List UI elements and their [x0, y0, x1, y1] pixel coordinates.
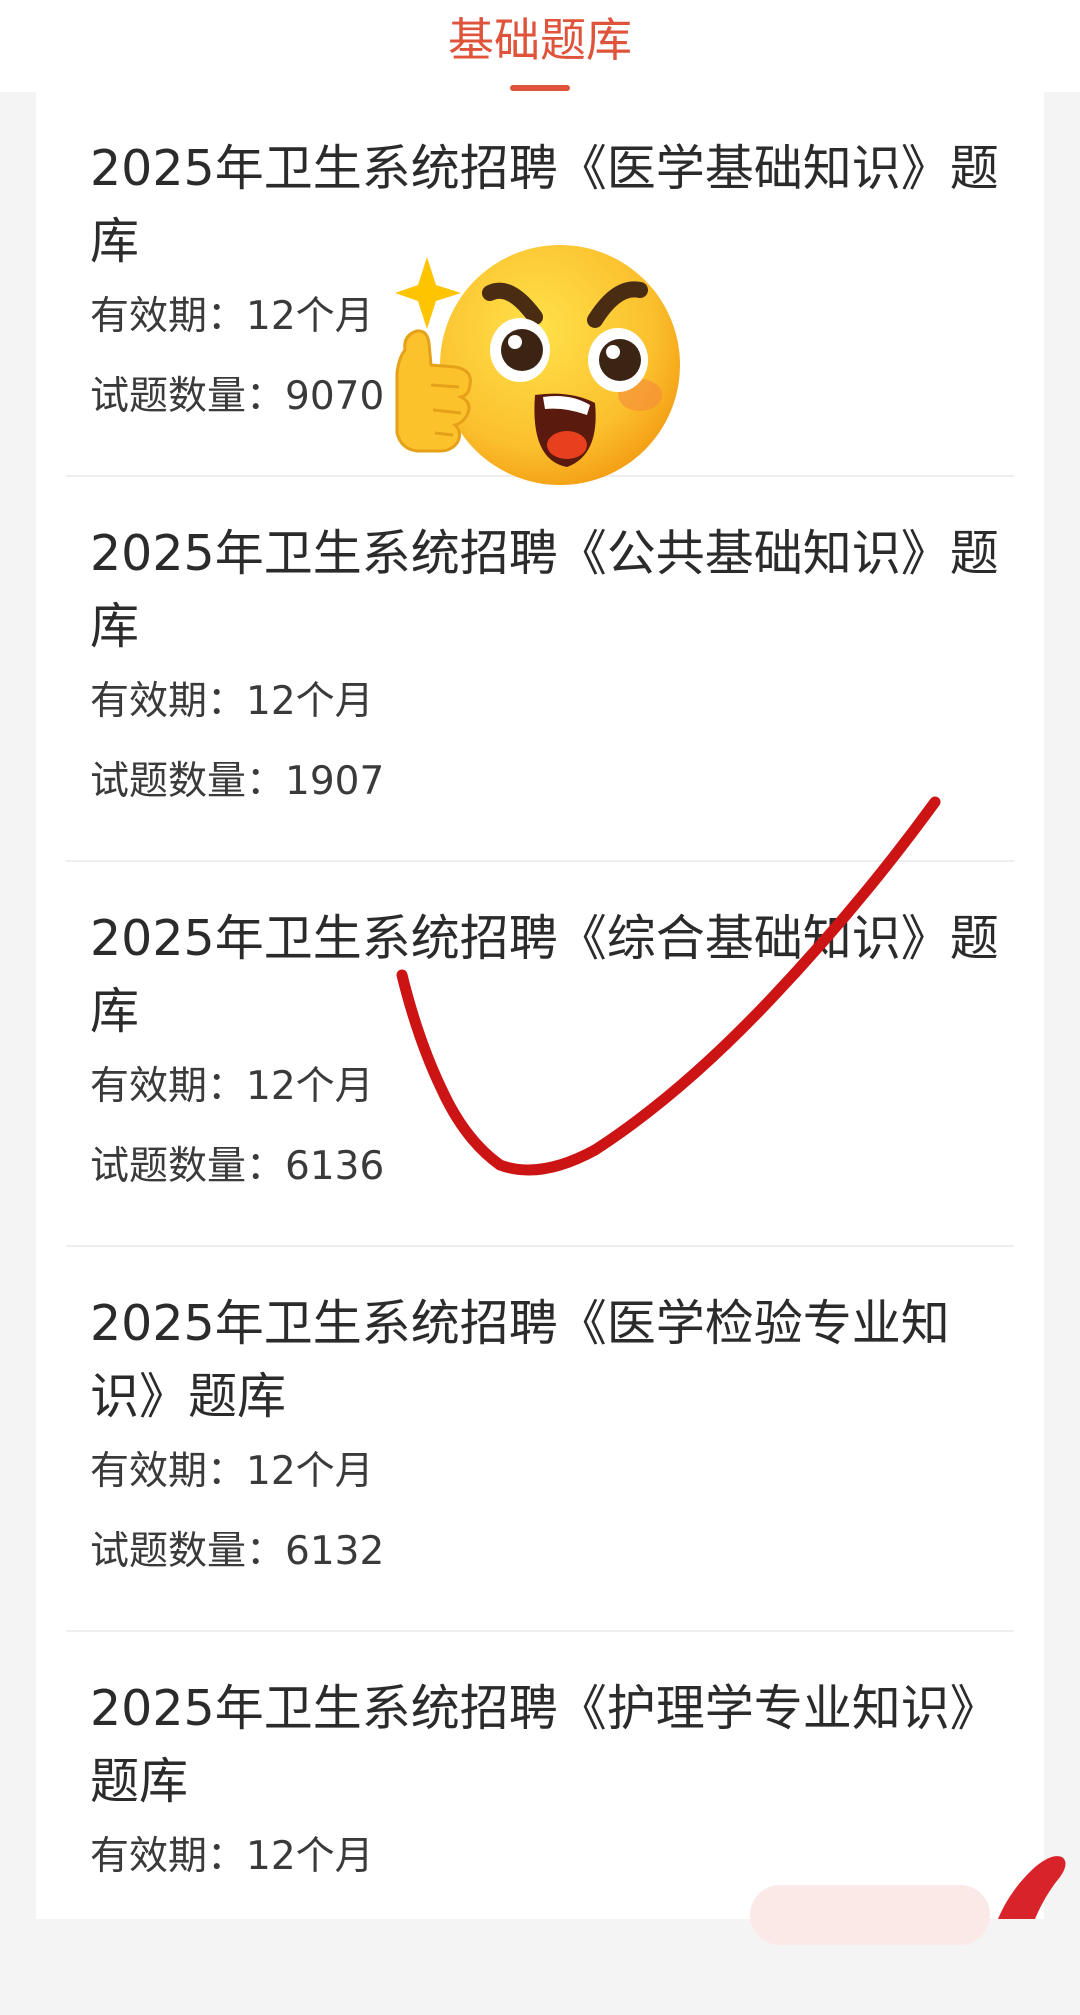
validity-period: 有效期：12个月 — [90, 1064, 374, 1109]
validity-period: 有效期：12个月 — [90, 679, 374, 724]
active-tab-indicator — [510, 85, 570, 91]
excited-emoji-icon — [395, 245, 680, 485]
red-checkmark-icon — [396, 796, 941, 1176]
validity-period: 有效期：12个月 — [90, 1834, 374, 1879]
validity-period: 有效期：12个月 — [90, 294, 374, 339]
bank-title: 2025年卫生系统招聘《公共基础知识》题库 — [90, 525, 999, 655]
question-count: 试题数量：9070 — [90, 374, 385, 419]
validity-period: 有效期：12个月 — [90, 1449, 374, 1494]
question-count: 试题数量：6136 — [90, 1144, 385, 1189]
bank-title: 2025年卫生系统招聘《护理学专业知识》题库 — [90, 1680, 999, 1810]
question-bank-item[interactable]: 2025年卫生系统招聘《医学检验专业知识》题库 有效期：12个月 试题数量：61… — [66, 1247, 1014, 1632]
question-bank-item[interactable]: 2025年卫生系统招聘《护理学专业知识》题库 有效期：12个月 — [66, 1632, 1014, 2015]
tab-label: 基础题库 — [448, 13, 632, 67]
bank-title: 2025年卫生系统招聘《医学检验专业知识》题库 — [90, 1295, 950, 1425]
tab-basic-question-bank[interactable]: 基础题库 — [0, 0, 1080, 92]
partial-red-mark-icon — [998, 1856, 1066, 1919]
top-tab-bar: 基础题库 — [0, 0, 1080, 92]
question-count: 试题数量：1907 — [90, 759, 385, 804]
floating-action-pill[interactable] — [750, 1885, 990, 1945]
question-count: 试题数量：6132 — [90, 1529, 385, 1574]
